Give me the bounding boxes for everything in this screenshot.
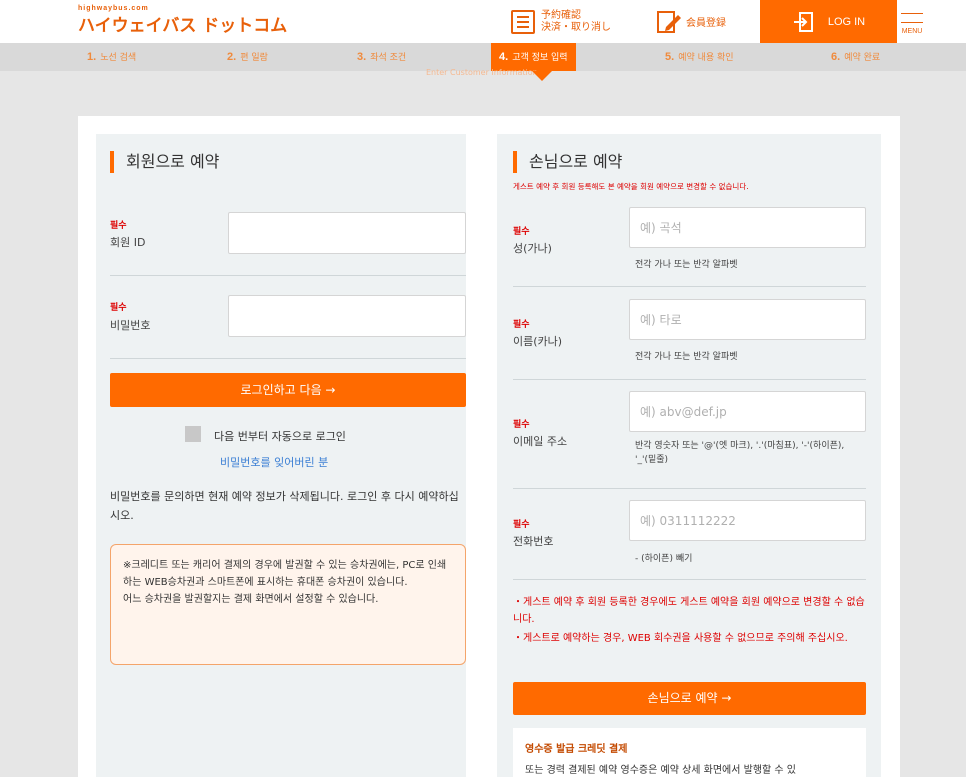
divider xyxy=(110,275,466,276)
last-name-label: 성(가나) xyxy=(513,242,552,255)
guest-note-member-change: ・게스트 예약 후 회원 등록한 경우에도 게스트 예약을 회원 예약으로 변경… xyxy=(513,597,865,625)
phone-input[interactable] xyxy=(630,501,865,540)
first-name-field[interactable] xyxy=(629,299,866,340)
password-label: 비밀번호 xyxy=(110,319,151,332)
reserve-line1: 予約確認 xyxy=(541,9,581,21)
step-4-active: 4. 고객 정보 입력 xyxy=(491,43,576,71)
required-badge: 필수 xyxy=(513,420,530,430)
phone-hint: - (하이픈) 빼기 xyxy=(635,554,693,564)
menu-label: MENU xyxy=(901,27,923,35)
member-id-input[interactable] xyxy=(229,213,465,253)
required-badge: 필수 xyxy=(513,227,530,237)
first-name-hint: 전각 가나 또는 반각 알파벳 xyxy=(635,352,738,362)
divider xyxy=(110,358,466,359)
step-6: 6. 예약 완료 xyxy=(831,51,881,63)
step-2: 2. 편 일람 xyxy=(227,51,268,63)
guest-section-title: 손님으로 예약 xyxy=(513,151,622,173)
divider xyxy=(513,488,866,489)
main-content: 회원으로 예약 필수 회원 ID 필수 비밀번호 로그인하고 다음 → 다음 번… xyxy=(78,116,900,777)
login-and-next-button[interactable]: 로그인하고 다음 → xyxy=(110,373,466,407)
hamburger-icon xyxy=(901,12,923,14)
receipt-info-box: 영수증 발급 크레딧 결제 또는 경력 결제된 예약 영수증은 예약 상세 화면… xyxy=(513,728,866,777)
pen-icon xyxy=(657,10,681,33)
forgot-password-link[interactable]: 비밀번호를 잊어버린 분 xyxy=(220,454,328,470)
login-label: LOG IN xyxy=(827,15,866,28)
step-1: 1. 노선 검색 xyxy=(87,51,137,63)
guest-note-coupon: ・게스트로 예약하는 경우, WEB 회수권을 사용할 수 없으므로 주의해 주… xyxy=(513,633,848,644)
reservation-check-link[interactable]: 予約確認 決済・取り消し xyxy=(511,0,611,43)
guest-reservation-panel: 손님으로 예약 게스트 예약 후 회원 등록해도 본 예약을 회원 예약으로 변… xyxy=(497,134,881,777)
email-input[interactable] xyxy=(630,392,865,431)
member-register-link[interactable]: 会員登録 xyxy=(656,0,726,43)
guest-subtitle: 게스트 예약 후 회원 등록해도 본 예약을 회원 예약으로 변경할 수 없습니… xyxy=(513,182,749,191)
list-icon xyxy=(511,9,535,34)
first-name-input[interactable] xyxy=(630,300,865,339)
member-section-title: 회원으로 예약 xyxy=(110,151,219,173)
step-subtitle: Enter Customer Information xyxy=(426,68,538,77)
step-5: 5. 예약 내용 확인 xyxy=(665,51,734,63)
password-input[interactable] xyxy=(229,296,465,336)
last-name-hint: 전각 가나 또는 반각 알파벳 xyxy=(635,260,738,270)
auto-login-checkbox[interactable] xyxy=(185,426,201,442)
phone-field[interactable] xyxy=(629,500,866,541)
password-field[interactable] xyxy=(228,295,466,337)
email-field[interactable] xyxy=(629,391,866,432)
required-badge: 필수 xyxy=(110,303,127,313)
site-logo[interactable]: highwaybus.com ハイウェイバス ドットコム xyxy=(78,5,287,36)
guest-reserve-button[interactable]: 손님으로 예약 → xyxy=(513,682,866,715)
divider xyxy=(513,286,866,287)
progress-steps: 1. 노선 검색 2. 편 일람 3. 좌석 조건 4. 고객 정보 입력 5. 예약 내… xyxy=(0,43,966,71)
required-badge: 필수 xyxy=(513,520,530,530)
member-reservation-panel: 회원으로 예약 필수 회원 ID 필수 비밀번호 로그인하고 다음 → 다음 번… xyxy=(96,134,466,777)
email-hint: 반각 영숫자 또는 '@'(엣 마크), '.'(마침표), '-'(하이픈),… xyxy=(635,441,845,465)
first-name-label: 이름(카나) xyxy=(513,335,563,348)
receipt-text: 또는 경력 결제된 예약 영수증은 예약 상세 화면에서 발행할 수 있 xyxy=(525,765,796,776)
reserve-line2: 決済・取り消し xyxy=(541,21,611,33)
password-notice: 비밀번호를 문의하면 현재 예약 정보가 삭제됩니다. 로그인 후 다시 예약하… xyxy=(110,490,459,522)
ticket-type-notice: ※크레디트 또는 캐리어 결제의 경우에 발권할 수 있는 승차권에는, PC로… xyxy=(110,544,466,665)
required-badge: 필수 xyxy=(513,320,530,330)
step-indicator-arrow xyxy=(532,71,552,81)
email-label: 이메일 주소 xyxy=(513,435,568,448)
login-button[interactable]: LOG IN xyxy=(760,0,897,43)
member-register-label: 会員登録 xyxy=(686,18,726,29)
menu-button[interactable]: MENU xyxy=(897,0,927,43)
member-id-field[interactable] xyxy=(228,212,466,254)
receipt-title: 영수증 발급 크레딧 결제 xyxy=(525,744,628,755)
phone-label: 전화번호 xyxy=(513,535,554,548)
required-badge: 필수 xyxy=(110,221,127,231)
member-id-label: 회원 ID xyxy=(110,236,146,249)
divider xyxy=(513,579,866,580)
last-name-field[interactable] xyxy=(629,207,866,248)
last-name-input[interactable] xyxy=(630,208,865,247)
logo-title: ハイウェイバス ドットコム xyxy=(78,16,288,36)
divider xyxy=(513,379,866,380)
auto-login-label[interactable]: 다음 번부터 자동으로 로그인 xyxy=(214,428,346,444)
step-3: 3. 좌석 조건 xyxy=(357,51,407,63)
login-icon xyxy=(793,11,813,32)
site-header: highwaybus.com ハイウェイバス ドットコム 予約確認 決済・取り消… xyxy=(0,0,966,43)
